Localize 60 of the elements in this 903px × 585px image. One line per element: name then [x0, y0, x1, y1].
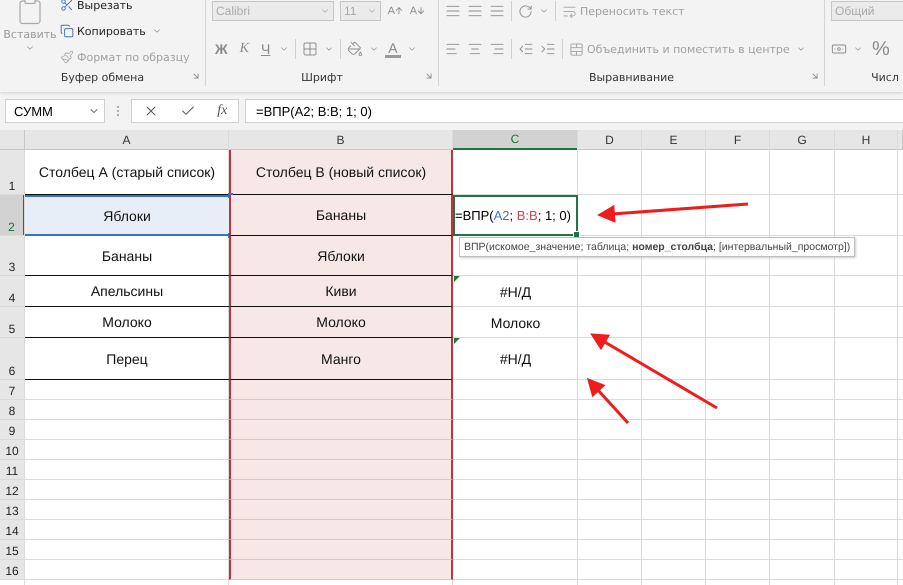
row-header[interactable]: 2	[0, 195, 25, 236]
group-label: Числ	[871, 70, 899, 84]
row-header[interactable]: 12	[0, 480, 25, 500]
row-header[interactable]: 16	[0, 560, 25, 580]
row-header[interactable]: 3	[0, 236, 25, 276]
dialog-launcher-icon[interactable]	[810, 71, 820, 81]
orientation-icon	[518, 4, 533, 18]
function-tooltip: ВПР(искомое_значение; таблица; номер_столбца; [интервальный_просмотр])	[459, 237, 856, 257]
wrap-text-icon	[562, 4, 577, 18]
group-label: Выравнивание	[588, 70, 674, 84]
table-cell: Киви	[229, 276, 453, 307]
column-header[interactable]: H	[835, 130, 898, 150]
dialog-launcher-icon[interactable]	[424, 71, 434, 81]
indent-increase-icon	[540, 41, 556, 57]
merge-icon	[569, 42, 584, 56]
align-center-icon	[467, 41, 483, 57]
cut-button[interactable]: Вырезать	[60, 0, 132, 12]
table-cell: #Н/Д	[453, 338, 578, 380]
column-header[interactable]: A	[25, 130, 229, 150]
row-header[interactable]: 6	[0, 338, 25, 380]
column-header[interactable]: F	[706, 130, 770, 150]
group-label: Шрифт	[301, 70, 343, 84]
scissors-icon	[60, 0, 74, 12]
row-header[interactable]: 7	[0, 380, 25, 400]
paintbrush-icon	[60, 50, 74, 64]
column-header[interactable]: D	[578, 130, 642, 150]
dialog-launcher-icon[interactable]	[191, 71, 201, 81]
name-box[interactable]: СУММ	[5, 99, 105, 123]
indent-decrease-icon	[518, 41, 534, 57]
row-header[interactable]: 14	[0, 520, 25, 540]
row-header[interactable]: 9	[0, 420, 25, 440]
row-header[interactable]: 10	[0, 440, 25, 460]
align-left-icon	[445, 41, 461, 57]
align-right-icon	[489, 41, 505, 57]
copy-icon	[60, 24, 74, 38]
table-cell: Молоко	[229, 307, 453, 338]
formula-field[interactable]: =ВПР(A2; B:B; 1; 0)	[245, 99, 903, 123]
table-cell: Манго	[229, 338, 453, 380]
column-header[interactable]: G	[770, 130, 835, 150]
copy-button[interactable]: Копировать	[60, 24, 146, 38]
row-header[interactable]: 13	[0, 500, 25, 520]
insert-function-button[interactable]: fx	[217, 103, 228, 119]
table-cell: Бананы	[229, 195, 453, 236]
column-header[interactable]: B	[229, 130, 453, 150]
row-header[interactable]: 4	[0, 276, 25, 307]
table-cell: #Н/Д	[453, 276, 578, 307]
column-header[interactable]: C	[453, 130, 578, 150]
row-header[interactable]: 11	[0, 460, 25, 480]
row-header[interactable]: 8	[0, 400, 25, 420]
row-header[interactable]: 1	[0, 150, 25, 195]
table-cell: Яблоки	[229, 236, 453, 276]
row-header[interactable]: 5	[0, 307, 25, 338]
column-header[interactable]: E	[642, 130, 706, 150]
borders-icon	[302, 41, 318, 57]
group-label: Буфер обмена	[60, 70, 144, 84]
table-cell: Столбец B (новый список)	[229, 150, 453, 195]
fill-color-icon	[347, 41, 364, 57]
row-header[interactable]: 15	[0, 540, 25, 560]
editing-cell[interactable]: =ВПР(A2; B:B; 1; 0)	[453, 195, 578, 236]
table-cell-text: Молоко	[490, 314, 542, 332]
